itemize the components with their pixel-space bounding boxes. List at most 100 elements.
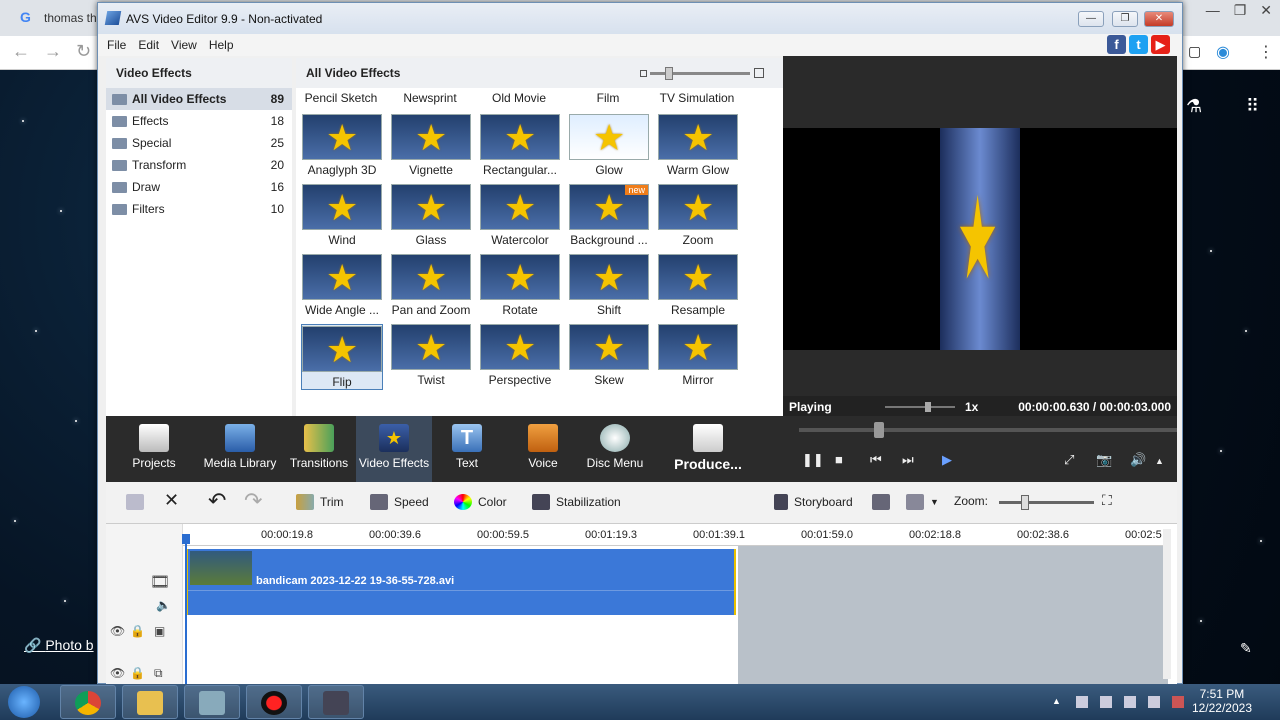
category-transform[interactable]: Transform 20: [106, 154, 292, 176]
effect-tv-simulation[interactable]: TV Simulation: [657, 91, 737, 105]
video-effects-button[interactable]: ★ Video Effects: [356, 416, 432, 482]
timeline-ruler[interactable]: 00:00:19.8 00:00:39.6 00:00:59.5 00:01:19.3…: [183, 524, 1168, 546]
reload-icon[interactable]: ↻: [76, 41, 91, 62]
volume-button[interactable]: 🔊: [1130, 452, 1146, 468]
effect-tile[interactable]: ★ Glass: [390, 184, 472, 250]
taskbar-clock[interactable]: 7:51 PM 12/22/2023: [1192, 687, 1252, 715]
speed-slider-knob[interactable]: [925, 402, 931, 412]
seek-slider-knob[interactable]: [874, 422, 884, 438]
effect-tile[interactable]: ★ Resample: [657, 254, 739, 320]
tray-network-icon[interactable]: [1148, 696, 1160, 708]
youtube-icon[interactable]: ▶: [1151, 35, 1170, 54]
media-library-button[interactable]: Media Library: [198, 416, 282, 482]
volume-expand-icon[interactable]: ▲: [1155, 456, 1164, 466]
split-icon[interactable]: [126, 494, 144, 510]
effect-tile[interactable]: ★ Wind: [301, 184, 383, 250]
effect-film[interactable]: Film: [568, 91, 648, 105]
effect-pencil-sketch[interactable]: Pencil Sketch: [301, 91, 381, 105]
stabilization-button[interactable]: Stabilization: [532, 494, 621, 510]
lock-icon-2[interactable]: 🔒: [130, 666, 145, 680]
effect-tile[interactable]: ★ Glow: [568, 114, 650, 180]
category-special[interactable]: Special 25: [106, 132, 292, 154]
effect-tile[interactable]: ★ Mirror: [657, 324, 739, 390]
size-slider-knob[interactable]: [665, 67, 673, 80]
menu-edit[interactable]: Edit: [138, 38, 159, 52]
effect-tile[interactable]: ★ Anaglyph 3D: [301, 114, 383, 180]
taskbar-chrome[interactable]: [60, 685, 116, 719]
extension-icon[interactable]: ▢: [1188, 43, 1201, 60]
effect-tile[interactable]: ★ Rectangular...: [479, 114, 561, 180]
fit-timeline-icon[interactable]: ⛶: [1102, 492, 1112, 509]
menu-dots-icon[interactable]: ⋮: [1258, 42, 1274, 62]
disc-menu-button[interactable]: Disc Menu: [584, 416, 646, 482]
effect-tile[interactable]: ★ Wide Angle ...: [301, 254, 383, 320]
effect-tile[interactable]: ★ Pan and Zoom: [390, 254, 472, 320]
next-frame-button[interactable]: ⏭: [902, 452, 914, 468]
tray-flag-icon[interactable]: [1124, 696, 1136, 708]
thumbnail-size-slider[interactable]: [640, 67, 764, 80]
preview-seek-slider[interactable]: [799, 422, 1177, 438]
restore-button[interactable]: ❐: [1112, 11, 1138, 27]
effect-tile[interactable]: ★ Shift: [568, 254, 650, 320]
preview-frame[interactable]: ★: [783, 128, 1177, 350]
forward-icon[interactable]: →: [44, 41, 62, 62]
redo-button[interactable]: ↷: [244, 488, 262, 514]
edit-pencil-icon[interactable]: ✎: [1240, 640, 1252, 657]
audio-mute-icon[interactable]: 🔈: [156, 598, 171, 612]
display-mode-button[interactable]: ▼: [906, 494, 939, 510]
effect-tile[interactable]: ★ new Background ...: [568, 184, 650, 250]
timeline-scrollbar[interactable]: [1163, 529, 1171, 679]
taskbar-keyboard-app[interactable]: [184, 685, 240, 719]
menu-help[interactable]: Help: [209, 38, 234, 52]
effect-tile[interactable]: ★ Rotate: [479, 254, 561, 320]
snapshot-button[interactable]: 📷: [1096, 452, 1112, 468]
flask-icon[interactable]: ⚗: [1186, 96, 1202, 117]
menu-file[interactable]: File: [107, 38, 126, 52]
pause-button[interactable]: ❚❚: [802, 452, 824, 468]
effect-tile[interactable]: ★ Twist: [390, 324, 472, 390]
playback-speed-slider[interactable]: [885, 402, 955, 412]
facebook-icon[interactable]: f: [1107, 35, 1126, 54]
stop-button[interactable]: ■: [835, 452, 843, 467]
tray-icon-1[interactable]: [1076, 696, 1088, 708]
effect-newsprint[interactable]: Newsprint: [390, 91, 470, 105]
browser-restore-icon[interactable]: ❐: [1234, 2, 1247, 19]
minimize-button[interactable]: —: [1078, 11, 1104, 27]
zoom-slider-knob[interactable]: [1021, 495, 1029, 510]
playhead[interactable]: [185, 534, 187, 684]
previous-frame-button[interactable]: ⏮: [870, 452, 882, 468]
category-effects[interactable]: Effects 18: [106, 110, 292, 132]
voice-button[interactable]: Voice: [518, 416, 568, 482]
timeline-empty-area[interactable]: [738, 546, 1168, 684]
projects-button[interactable]: Projects: [124, 416, 184, 482]
visibility-eye-icon-2[interactable]: 👁: [110, 666, 125, 680]
menu-view[interactable]: View: [171, 38, 197, 52]
sync-icon[interactable]: ◉: [1216, 42, 1230, 62]
taskbar-bandicam[interactable]: [246, 685, 302, 719]
tray-icon-2[interactable]: [1100, 696, 1112, 708]
close-button[interactable]: ✕: [1144, 11, 1174, 27]
fullscreen-button[interactable]: ⤢: [1064, 452, 1074, 468]
browser-close-icon[interactable]: ✕: [1260, 2, 1272, 19]
tray-volume-muted-icon[interactable]: [1172, 696, 1184, 708]
effect-tile[interactable]: ★ Zoom: [657, 184, 739, 250]
effect-old-movie[interactable]: Old Movie: [479, 91, 559, 105]
taskbar-explorer[interactable]: [122, 685, 178, 719]
lock-icon[interactable]: 🔒: [130, 624, 145, 638]
trim-button[interactable]: Trim: [296, 494, 344, 510]
effect-tile[interactable]: ★ Warm Glow: [657, 114, 739, 180]
play-selection-button[interactable]: ▶: [942, 452, 952, 468]
effect-tile[interactable]: ★ Watercolor: [479, 184, 561, 250]
twitter-icon[interactable]: t: [1129, 35, 1148, 54]
undo-button[interactable]: ↶: [208, 488, 226, 514]
color-button[interactable]: Color: [454, 494, 507, 510]
effect-tile[interactable]: ★ Flip: [301, 324, 383, 390]
timeline-zoom-slider[interactable]: [999, 495, 1094, 510]
speed-button[interactable]: Speed: [370, 494, 429, 510]
tray-expand-icon[interactable]: ▲: [1052, 696, 1064, 708]
transitions-button[interactable]: Transitions: [286, 416, 352, 482]
text-button[interactable]: T Text: [442, 416, 492, 482]
start-button[interactable]: [8, 686, 40, 718]
effect-tile[interactable]: ★ Skew: [568, 324, 650, 390]
delete-button[interactable]: ✕: [164, 490, 179, 511]
